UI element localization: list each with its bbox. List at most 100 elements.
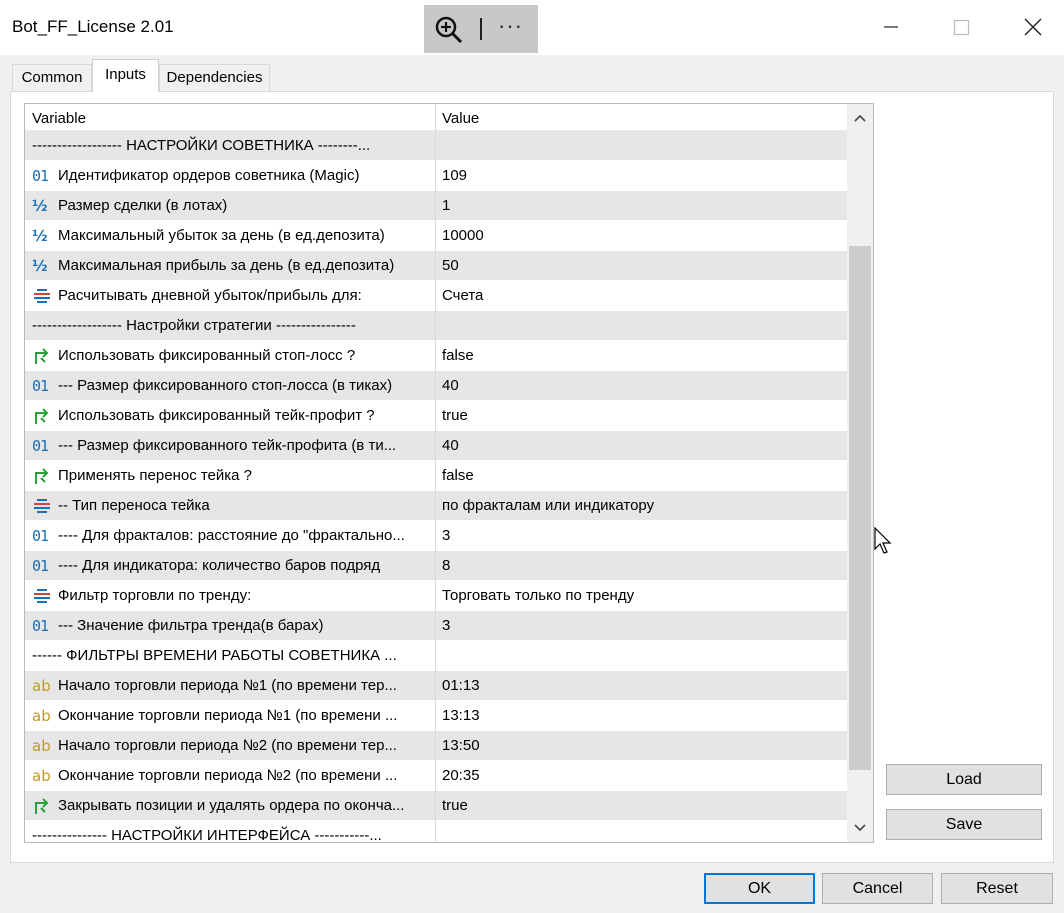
table-row[interactable]: Закрывать позиции и удалять ордера по ок… <box>25 791 847 821</box>
variable-cell: 01 ---- Для фракталов: расстояние до "фра… <box>25 521 435 551</box>
variable-cell: 01 --- Размер фиксированного стоп-лосса (… <box>25 371 435 401</box>
double-type-icon: ½ <box>32 227 48 245</box>
value-cell[interactable]: 1 <box>442 197 450 214</box>
table-row[interactable]: Расчитывать дневной убыток/прибыль для: С… <box>25 281 847 311</box>
value-cell[interactable]: Счета <box>442 287 483 304</box>
variable-label: Окончание торговли периода №2 (по времен… <box>58 767 398 784</box>
mouse-cursor-icon <box>874 527 892 554</box>
value-cell[interactable]: 109 <box>442 167 467 184</box>
section-header-row[interactable]: ------------------ НАСТРОЙКИ СОВЕТНИКА -… <box>25 131 847 161</box>
column-header-variable[interactable]: Variable <box>32 110 86 127</box>
tab-inputs[interactable]: Inputs <box>92 59 159 92</box>
table-row[interactable]: ½ Размер сделки (в лотах) 1 <box>25 191 847 221</box>
value-cell[interactable]: false <box>442 347 474 364</box>
table-row[interactable]: Применять перенос тейка ? false <box>25 461 847 491</box>
table-row[interactable]: Использовать фиксированный тейк-профит ?… <box>25 401 847 431</box>
table-row[interactable]: Фильтр торговли по тренду: Торговать толь… <box>25 581 847 611</box>
variable-cell: ½ Размер сделки (в лотах) <box>25 191 435 221</box>
more-options-icon[interactable]: ··· <box>498 15 523 37</box>
bool-type-icon <box>32 407 52 425</box>
grid-header: Variable Value <box>25 104 847 131</box>
enum-type-icon <box>32 587 52 605</box>
value-cell[interactable]: true <box>442 407 468 424</box>
ok-button[interactable]: OK <box>704 873 815 904</box>
table-row[interactable]: ab Начало торговли периода №1 (по времени… <box>25 671 847 701</box>
table-row[interactable]: -- Тип переноса тейка по фракталам или ин… <box>25 491 847 521</box>
zoom-in-icon[interactable] <box>434 15 464 45</box>
vertical-scrollbar[interactable] <box>847 104 873 842</box>
table-row[interactable]: 01 ---- Для индикатора: количество баров … <box>25 551 847 581</box>
variable-label: ------------------ НАСТРОЙКИ СОВЕТНИКА -… <box>32 137 371 154</box>
table-row[interactable]: 01 Идентификатор ордеров советника (Magic… <box>25 161 847 191</box>
bool-type-icon <box>32 347 52 365</box>
variable-label: Использовать фиксированный стоп-лосс ? <box>58 347 356 364</box>
section-header-row[interactable]: ------------------ Настройки стратегии -… <box>25 311 847 341</box>
variable-cell: 01 Идентификатор ордеров советника (Magic… <box>25 161 435 191</box>
variable-cell: Закрывать позиции и удалять ордера по ок… <box>25 791 435 821</box>
variable-label: ---- Для индикатора: количество баров по… <box>58 557 381 574</box>
enum-type-icon <box>32 497 52 515</box>
value-cell[interactable]: 40 <box>442 437 459 454</box>
column-separator[interactable] <box>435 104 436 842</box>
value-cell[interactable]: 13:13 <box>442 707 480 724</box>
table-row[interactable]: Использовать фиксированный стоп-лосс ? fa… <box>25 341 847 371</box>
value-cell[interactable]: по фракталам или индикатору <box>442 497 654 514</box>
variable-label: Начало торговли периода №1 (по времени т… <box>58 677 397 694</box>
variable-cell: --------------- НАСТРОЙКИ ИНТЕРФЕЙСА ---… <box>25 821 435 843</box>
scroll-up-icon[interactable] <box>851 110 869 126</box>
table-row[interactable]: ab Окончание торговли периода №1 (по врем… <box>25 701 847 731</box>
section-header-row[interactable]: --------------- НАСТРОЙКИ ИНТЕРФЕЙСА ---… <box>25 821 847 843</box>
value-cell[interactable]: 40 <box>442 377 459 394</box>
variable-label: --------------- НАСТРОЙКИ ИНТЕРФЕЙСА ---… <box>32 827 382 843</box>
variable-cell: ab Окончание торговли периода №1 (по врем… <box>25 701 435 731</box>
tab-common[interactable]: Common <box>12 64 92 91</box>
table-row[interactable]: ½ Максимальный убыток за день (в ед.депоз… <box>25 221 847 251</box>
toolbar-separator <box>480 18 482 40</box>
close-icon[interactable] <box>1018 12 1048 42</box>
variable-cell: ½ Максимальная прибыль за день (в ед.депо… <box>25 251 435 281</box>
value-cell[interactable]: false <box>442 467 474 484</box>
load-button[interactable]: Load <box>886 764 1042 795</box>
integer-type-icon: 01 <box>32 167 49 185</box>
table-row[interactable]: 01 --- Размер фиксированного тейк-профита… <box>25 431 847 461</box>
maximize-icon[interactable] <box>946 12 976 42</box>
value-cell[interactable]: 3 <box>442 617 450 634</box>
table-row[interactable]: 01 ---- Для фракталов: расстояние до "фра… <box>25 521 847 551</box>
variable-cell: 01 --- Значение фильтра тренда(в барах) <box>25 611 435 641</box>
table-row[interactable]: ab Окончание торговли периода №2 (по врем… <box>25 761 847 791</box>
value-cell[interactable]: 01:13 <box>442 677 480 694</box>
value-cell[interactable]: 3 <box>442 527 450 544</box>
value-cell[interactable]: Торговать только по тренду <box>442 587 634 604</box>
variable-cell: ½ Максимальный убыток за день (в ед.депоз… <box>25 221 435 251</box>
variable-label: Окончание торговли периода №1 (по времен… <box>58 707 398 724</box>
variable-label: Максимальный убыток за день (в ед.депози… <box>58 227 385 244</box>
column-header-value[interactable]: Value <box>442 110 479 127</box>
value-cell[interactable]: true <box>442 797 468 814</box>
grid-rows: ------------------ НАСТРОЙКИ СОВЕТНИКА -… <box>25 131 847 843</box>
variable-label: -- Тип переноса тейка <box>58 497 210 514</box>
variable-cell: Использовать фиксированный тейк-профит ? <box>25 401 435 431</box>
table-row[interactable]: ½ Максимальная прибыль за день (в ед.депо… <box>25 251 847 281</box>
value-cell[interactable]: 10000 <box>442 227 484 244</box>
value-cell[interactable]: 20:35 <box>442 767 480 784</box>
integer-type-icon: 01 <box>32 437 49 455</box>
string-type-icon: ab <box>32 737 51 755</box>
variable-label: Максимальная прибыль за день (в ед.депоз… <box>58 257 395 274</box>
minimize-icon[interactable] <box>876 12 906 42</box>
string-type-icon: ab <box>32 707 51 725</box>
value-cell[interactable]: 13:50 <box>442 737 480 754</box>
cancel-button[interactable]: Cancel <box>822 873 933 904</box>
table-row[interactable]: 01 --- Размер фиксированного стоп-лосса (… <box>25 371 847 401</box>
save-button[interactable]: Save <box>886 809 1042 840</box>
table-row[interactable]: 01 --- Значение фильтра тренда(в барах) 3 <box>25 611 847 641</box>
reset-button[interactable]: Reset <box>941 873 1053 904</box>
scroll-down-icon[interactable] <box>851 820 869 836</box>
value-cell[interactable]: 50 <box>442 257 459 274</box>
section-header-row[interactable]: ------ ФИЛЬТРЫ ВРЕМЕНИ РАБОТЫ СОВЕТНИКА … <box>25 641 847 671</box>
variable-cell: ab Начало торговли периода №1 (по времени… <box>25 671 435 701</box>
tab-dependencies[interactable]: Dependencies <box>159 64 270 91</box>
string-type-icon: ab <box>32 677 51 695</box>
scrollbar-thumb[interactable] <box>849 246 871 770</box>
table-row[interactable]: ab Начало торговли периода №2 (по времени… <box>25 731 847 761</box>
value-cell[interactable]: 8 <box>442 557 450 574</box>
